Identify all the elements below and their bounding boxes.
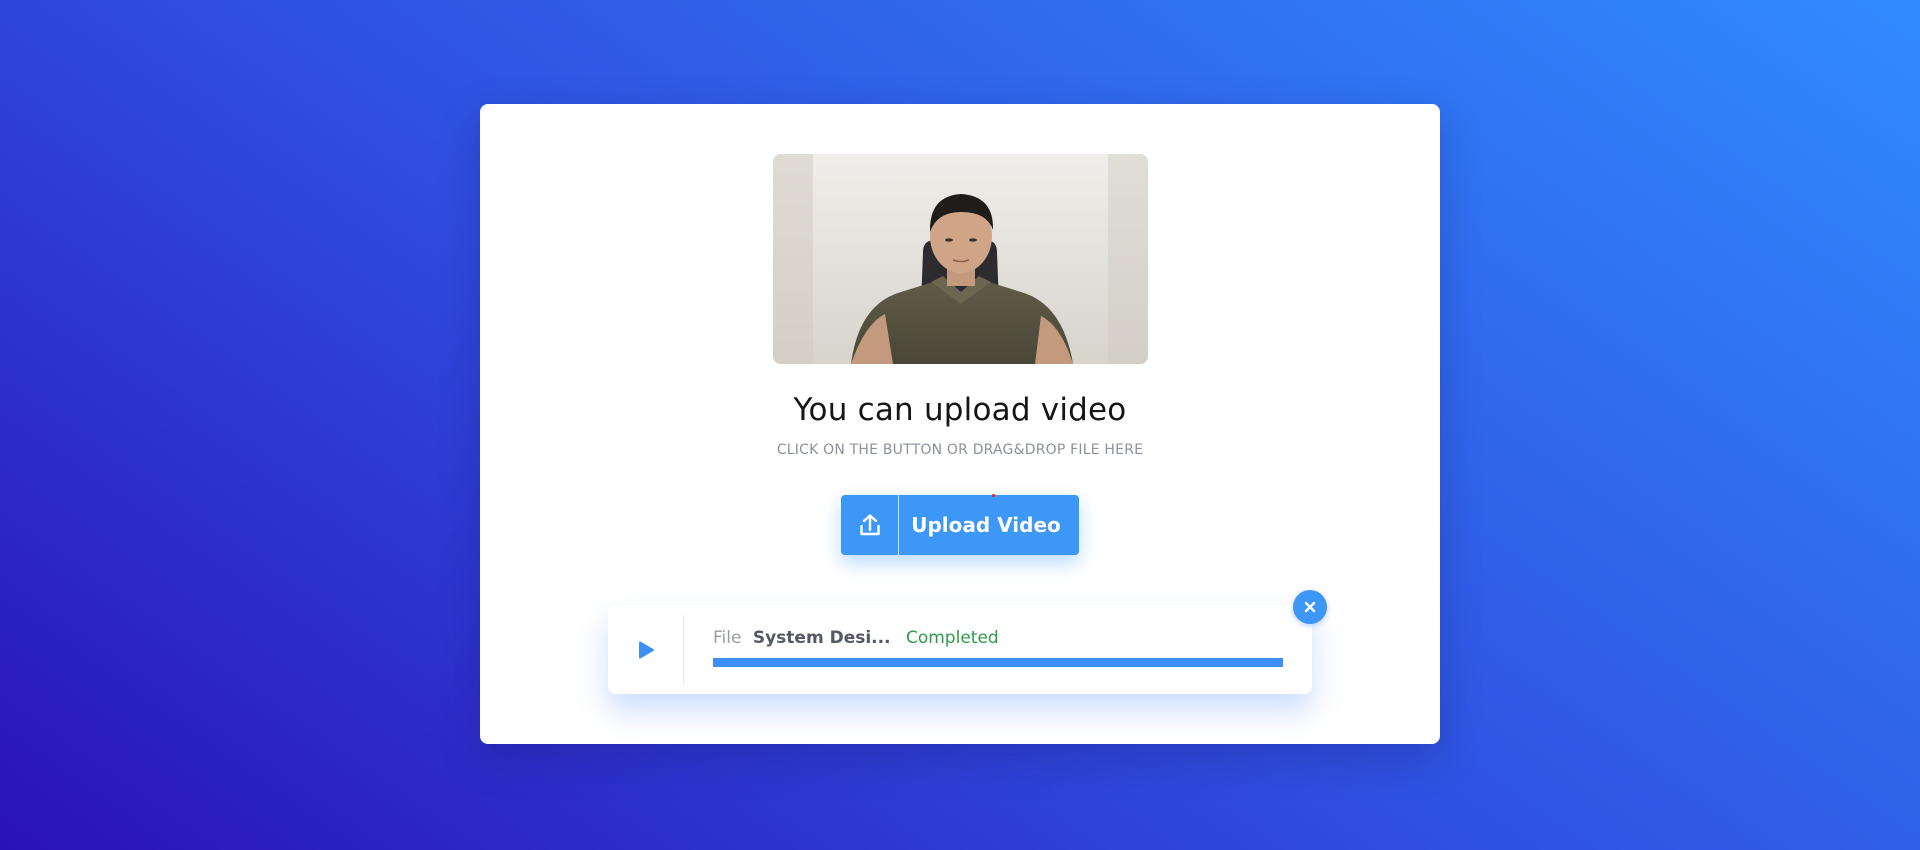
upload-video-label: Upload Video	[911, 513, 1061, 537]
close-button[interactable]	[1293, 590, 1327, 624]
play-button[interactable]	[608, 615, 684, 684]
upload-progress-bar	[713, 658, 1283, 667]
file-info: File System Desi... Completed	[713, 628, 999, 648]
file-status: Completed	[905, 628, 999, 648]
file-name: System Desi...	[752, 628, 891, 648]
video-thumbnail[interactable]	[773, 154, 1148, 364]
upload-progress-fill	[713, 658, 1283, 667]
upload-icon	[841, 495, 899, 555]
upload-card: You can upload video CLICK ON THE BUTTON…	[480, 104, 1440, 744]
upload-title: You can upload video	[793, 392, 1127, 428]
upload-video-button[interactable]: Upload Video	[841, 495, 1079, 555]
play-icon	[638, 641, 654, 658]
video-preview-image	[773, 154, 1148, 364]
upload-subtitle: CLICK ON THE BUTTON OR DRAG&DROP FILE HE…	[776, 442, 1144, 458]
file-label: File	[713, 628, 742, 648]
file-upload-item: File System Desi... Completed	[608, 605, 1312, 694]
cursor-marker	[992, 494, 995, 497]
close-icon	[1304, 601, 1316, 613]
